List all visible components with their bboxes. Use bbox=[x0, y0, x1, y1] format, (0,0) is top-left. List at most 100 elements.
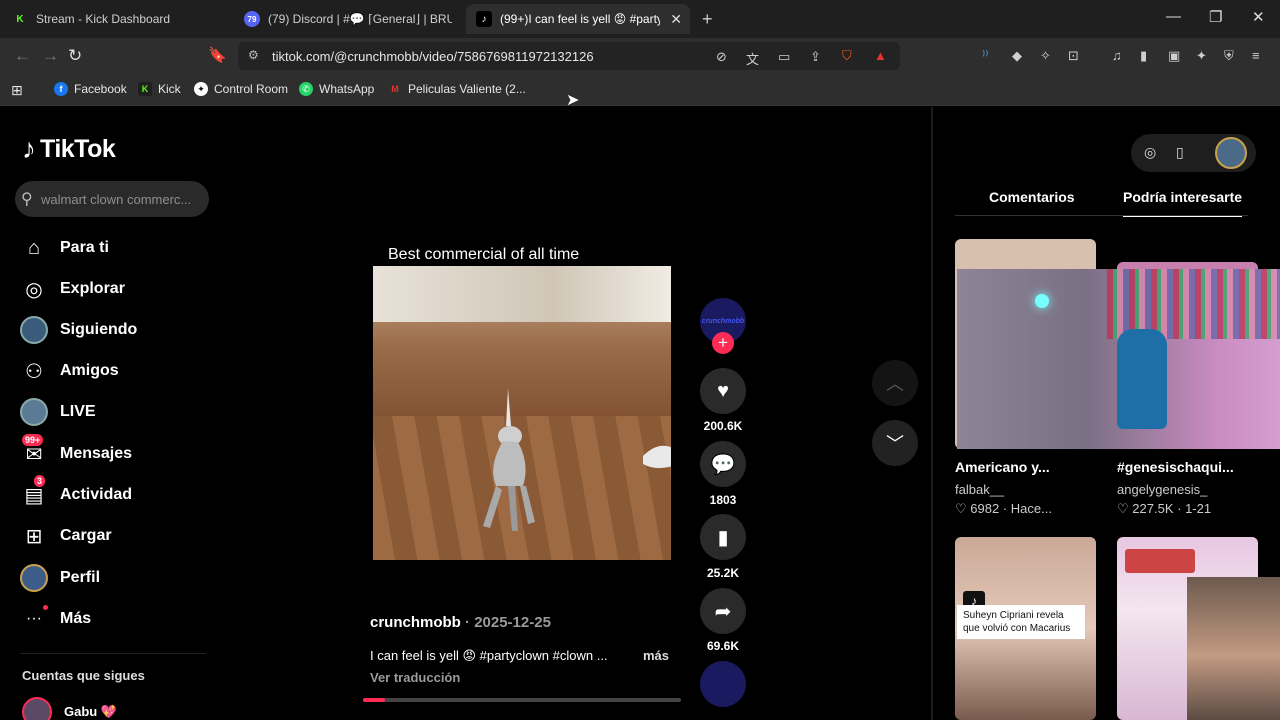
like-button[interactable]: ♥ bbox=[700, 368, 746, 414]
brave-rewards-icon[interactable]: ▲ bbox=[874, 48, 887, 63]
translate-icon[interactable]: 文 bbox=[746, 49, 759, 68]
second-figurine-image bbox=[643, 445, 671, 469]
nav-siguiendo[interactable]: Siguiendo bbox=[20, 313, 210, 347]
comment-button[interactable]: 💬 bbox=[700, 441, 746, 487]
share-button[interactable]: ➦ bbox=[700, 588, 746, 634]
profile-avatar-icon bbox=[20, 564, 48, 592]
following-account[interactable]: Gabu 💖 bbox=[22, 697, 117, 720]
comment-count: 1803 bbox=[709, 493, 737, 507]
media-icon[interactable]: ♫ bbox=[1112, 48, 1122, 63]
unicorn-figurine-image bbox=[483, 388, 535, 531]
nav-perfil[interactable]: Perfil bbox=[20, 561, 210, 595]
whatsapp-icon: ✆ bbox=[299, 82, 313, 96]
bookmark-peliculas[interactable]: M Peliculas Valiente (2... bbox=[388, 82, 526, 96]
reload-icon[interactable]: ↻ bbox=[68, 46, 82, 66]
cast-icon[interactable]: ▭ bbox=[778, 49, 790, 65]
nav-actividad[interactable]: ▤ 3 Actividad bbox=[20, 475, 210, 512]
minimize-icon[interactable]: — bbox=[1166, 8, 1181, 25]
following-avatar-icon bbox=[20, 316, 48, 344]
tab-comentarios[interactable]: Comentarios bbox=[989, 189, 1075, 205]
maximize-icon[interactable]: ❐ bbox=[1209, 8, 1222, 26]
messages-icon: ✉ 99+ bbox=[20, 434, 48, 468]
bookmark-label: Kick bbox=[158, 82, 181, 96]
bookmark-label: Facebook bbox=[74, 82, 127, 96]
recommended-likes: 6982 bbox=[970, 501, 1000, 516]
activity-badge: 3 bbox=[34, 475, 46, 487]
translate-link[interactable]: Ver traducción bbox=[370, 670, 460, 685]
extension-diamond-icon[interactable]: ◆ bbox=[1012, 48, 1022, 64]
vpn-icon[interactable]: ⛨ bbox=[1224, 48, 1234, 64]
nav-mensajes[interactable]: ✉ 99+ Mensajes bbox=[20, 434, 210, 471]
nav-cargar[interactable]: ⊞ Cargar bbox=[20, 519, 210, 553]
apps-grid-icon[interactable]: ⊞ bbox=[11, 82, 23, 99]
recommended-time: Hace... bbox=[1010, 501, 1052, 516]
no-sound-icon[interactable]: ⊘ bbox=[716, 49, 727, 65]
back-icon[interactable]: ← bbox=[14, 46, 31, 66]
new-tab-button[interactable]: + bbox=[702, 9, 713, 30]
share-icon[interactable]: ⇪ bbox=[810, 49, 821, 65]
user-avatar[interactable] bbox=[1215, 137, 1247, 169]
recommended-title[interactable]: #genesischaqui... bbox=[1117, 459, 1234, 475]
nav-live[interactable]: LIVE bbox=[20, 395, 210, 429]
follow-plus-button[interactable]: + bbox=[712, 332, 734, 354]
bookmark-whatsapp[interactable]: ✆ WhatsApp bbox=[299, 82, 374, 96]
nav-mas[interactable]: ··· Más bbox=[20, 602, 210, 636]
bookmark-control-room[interactable]: ✦ Control Room bbox=[194, 82, 288, 96]
tab-kick-dashboard[interactable]: K Stream - Kick Dashboard bbox=[12, 4, 232, 34]
tab-tiktok-active[interactable]: ♪ (99+)I can feel is yell 😡 #partyc ✕ bbox=[466, 4, 690, 34]
previous-video-button[interactable]: ︿ bbox=[872, 360, 918, 406]
brave-shield-icon[interactable]: ⛉ bbox=[842, 48, 852, 64]
share-arrow-icon: ➦ bbox=[714, 600, 732, 623]
compass-small-icon[interactable]: ◎ bbox=[1144, 144, 1156, 161]
stat-separator: · bbox=[1177, 501, 1186, 516]
more-link[interactable]: más bbox=[643, 648, 669, 663]
window-close-icon[interactable]: ✕ bbox=[1252, 8, 1265, 26]
upload-icon: ⊞ bbox=[25, 525, 43, 548]
author-name: crunchmobb bbox=[370, 614, 461, 631]
tiktok-note-icon: ♪ bbox=[22, 133, 36, 164]
recommended-stats: ♡ 227.5K · 1-21 bbox=[1117, 501, 1211, 517]
save-button[interactable]: ▮ bbox=[700, 514, 746, 560]
recommended-author[interactable]: falbak__ bbox=[955, 482, 1004, 497]
recommended-author[interactable]: angelygenesis_ bbox=[1117, 482, 1207, 497]
bookmark-facebook[interactable]: f Facebook bbox=[54, 82, 127, 96]
wallet-connect-icon[interactable]: ⁾⁾ bbox=[982, 48, 988, 64]
tabs-underline bbox=[955, 215, 1248, 216]
extensions-puzzle-icon[interactable]: ✧ bbox=[1040, 48, 1051, 64]
device-icon[interactable]: ▯ bbox=[1176, 144, 1184, 161]
leo-ai-icon[interactable]: ✦ bbox=[1196, 48, 1207, 64]
nav-para-ti[interactable]: ⌂ Para ti bbox=[20, 231, 210, 265]
nav-amigos[interactable]: ⚇ Amigos bbox=[20, 354, 210, 388]
more-dots-icon: ··· bbox=[20, 605, 48, 633]
site-settings-icon[interactable]: ⚙ bbox=[248, 48, 259, 62]
nav-label: Mensajes bbox=[60, 445, 133, 462]
activity-icon: ▤ 3 bbox=[20, 475, 48, 509]
wallet-icon[interactable]: ▣ bbox=[1168, 48, 1180, 64]
video-author-line[interactable]: crunchmobb · 2025-12-25 bbox=[370, 614, 551, 631]
facebook-icon: f bbox=[54, 82, 68, 96]
screenshot-icon[interactable]: ⊡ bbox=[1068, 48, 1079, 64]
bookmark-icon[interactable]: 🔖 bbox=[208, 46, 227, 64]
video-player[interactable] bbox=[373, 266, 671, 560]
bookmark-label: WhatsApp bbox=[319, 82, 375, 96]
next-creator-avatar[interactable] bbox=[700, 661, 746, 707]
close-tab-icon[interactable]: ✕ bbox=[670, 11, 682, 28]
recommended-thumbnail[interactable]: ♪ Suheyn Cipriani revela que volvió con … bbox=[955, 537, 1096, 720]
tiktok-logo[interactable]: ♪ TikTok bbox=[22, 133, 116, 165]
search-text: walmart clown commerc... bbox=[41, 192, 192, 207]
tab-discord[interactable]: 79 (79) Discord | #💬 ⌈General⌋ | BRUNO bbox=[244, 4, 452, 34]
recommended-title[interactable]: Americano y... bbox=[955, 459, 1050, 475]
search-input[interactable]: ⚲ walmart clown commerc... bbox=[15, 181, 209, 217]
nav-explorar[interactable]: ◎ Explorar bbox=[20, 272, 210, 306]
sidebar-icon[interactable]: ▮ bbox=[1140, 48, 1147, 64]
address-bar[interactable]: ⚙ tiktok.com/@crunchmobb/video/758676981… bbox=[238, 42, 900, 70]
video-progress-bar[interactable] bbox=[363, 698, 681, 702]
menu-icon[interactable]: ≡ bbox=[1252, 48, 1260, 63]
tab-title: (79) Discord | #💬 ⌈General⌋ | BRUNO bbox=[268, 12, 452, 26]
bookmark-kick[interactable]: K Kick bbox=[138, 82, 181, 96]
forward-icon[interactable]: → bbox=[42, 46, 59, 66]
tab-podria-interesarte[interactable]: Podría interesarte bbox=[1123, 189, 1243, 217]
tab-title: (99+)I can feel is yell 😡 #partyc bbox=[500, 12, 660, 26]
kick-favicon-icon: K bbox=[12, 11, 28, 27]
next-video-button[interactable]: ﹀ bbox=[872, 420, 918, 466]
